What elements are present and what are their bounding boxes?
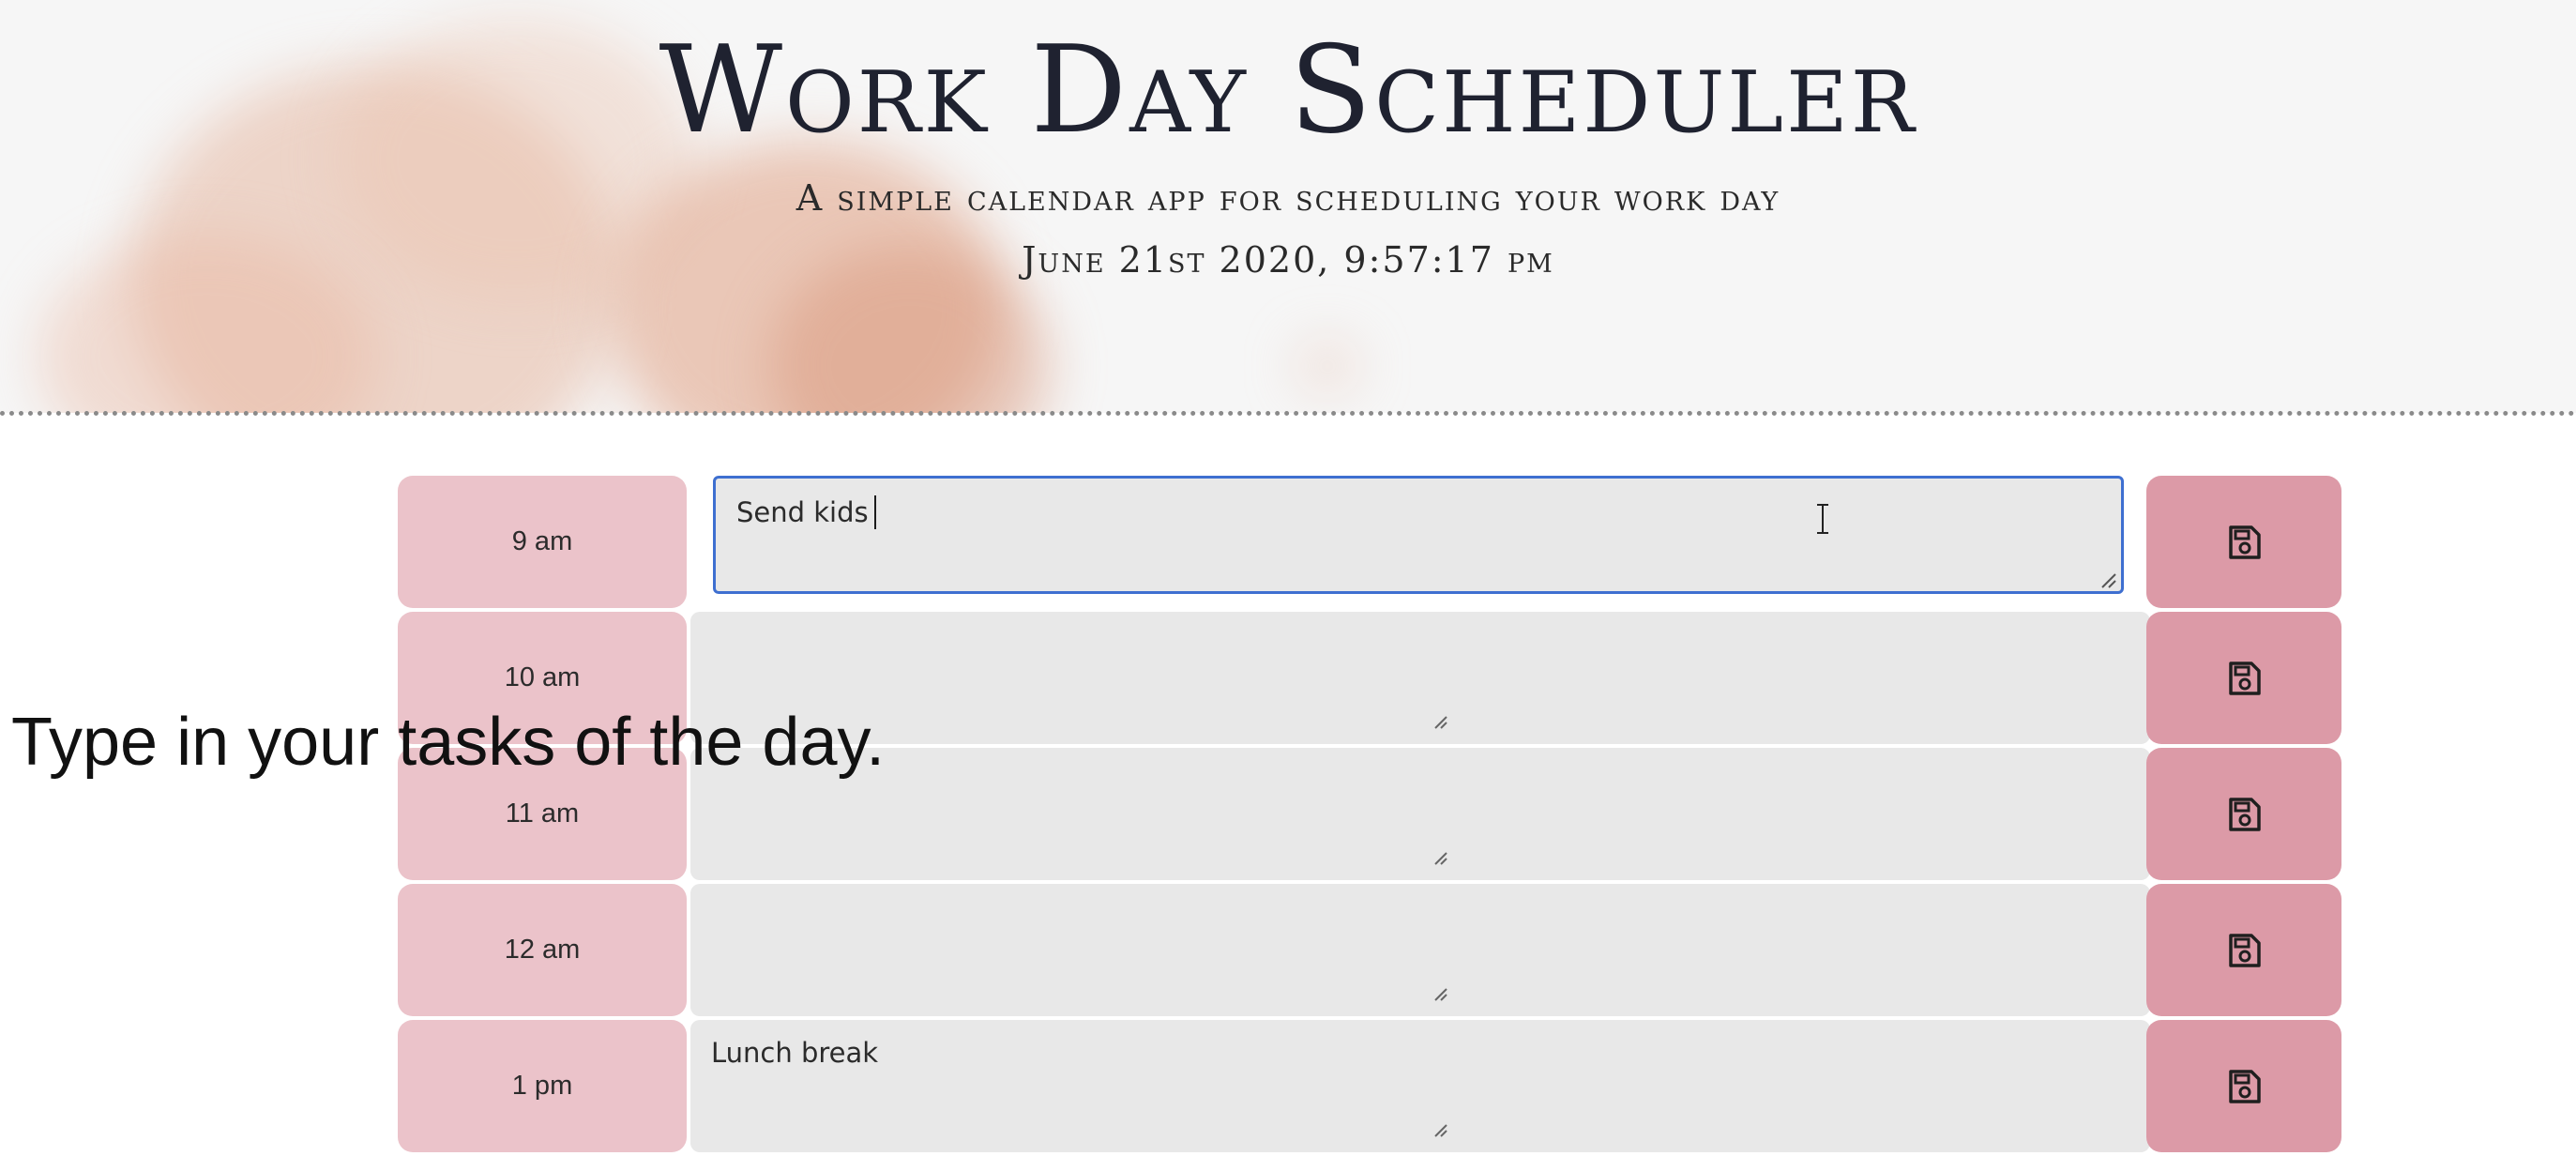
resize-grip-icon[interactable] (1430, 847, 1450, 868)
save-button[interactable] (2146, 748, 2341, 880)
page-title: Work Day Scheduler (659, 21, 1917, 160)
header-banner: Work Day Scheduler A simple calendar app… (0, 0, 2576, 413)
text-cursor-icon (1817, 504, 1828, 534)
save-button[interactable] (2146, 1020, 2341, 1152)
task-textarea[interactable] (690, 612, 2150, 744)
floppy-disk-icon (2229, 1069, 2261, 1103)
hour-label: 1 pm (398, 1020, 687, 1152)
resize-grip-icon[interactable] (2097, 569, 2117, 589)
time-block-row: 9 am Send kids (398, 476, 2341, 608)
time-block-row: 1 pm Lunch break (398, 1020, 2341, 1152)
text-caret (873, 495, 876, 529)
floppy-disk-icon (2229, 933, 2261, 967)
resize-grip-icon[interactable] (1430, 711, 1450, 732)
cloud-decoration (1295, 338, 1360, 394)
page-subtitle: A simple calendar app for scheduling you… (796, 177, 1780, 219)
task-textarea[interactable] (690, 748, 2150, 880)
task-textarea[interactable]: Lunch break (690, 1020, 2150, 1152)
current-datetime: June 21st 2020, 9:57:17 pm (1022, 239, 1554, 281)
task-text: Lunch break (711, 1037, 879, 1069)
save-button[interactable] (2146, 884, 2341, 1016)
floppy-disk-icon (2229, 797, 2261, 831)
save-button[interactable] (2146, 612, 2341, 744)
resize-grip-icon[interactable] (1430, 983, 1450, 1004)
floppy-disk-icon (2229, 525, 2261, 559)
time-block-row: 12 am (398, 884, 2341, 1016)
hour-label: 12 am (398, 884, 687, 1016)
hour-label: 9 am (398, 476, 687, 608)
task-text: Send kids (736, 495, 876, 529)
task-textarea[interactable] (690, 884, 2150, 1016)
resize-grip-icon[interactable] (1430, 1119, 1450, 1140)
save-button[interactable] (2146, 476, 2341, 608)
task-textarea[interactable]: Send kids (713, 476, 2124, 594)
header-divider (0, 411, 2576, 416)
overlay-caption: Type in your tasks of the day. (11, 705, 886, 780)
floppy-disk-icon (2229, 661, 2261, 695)
